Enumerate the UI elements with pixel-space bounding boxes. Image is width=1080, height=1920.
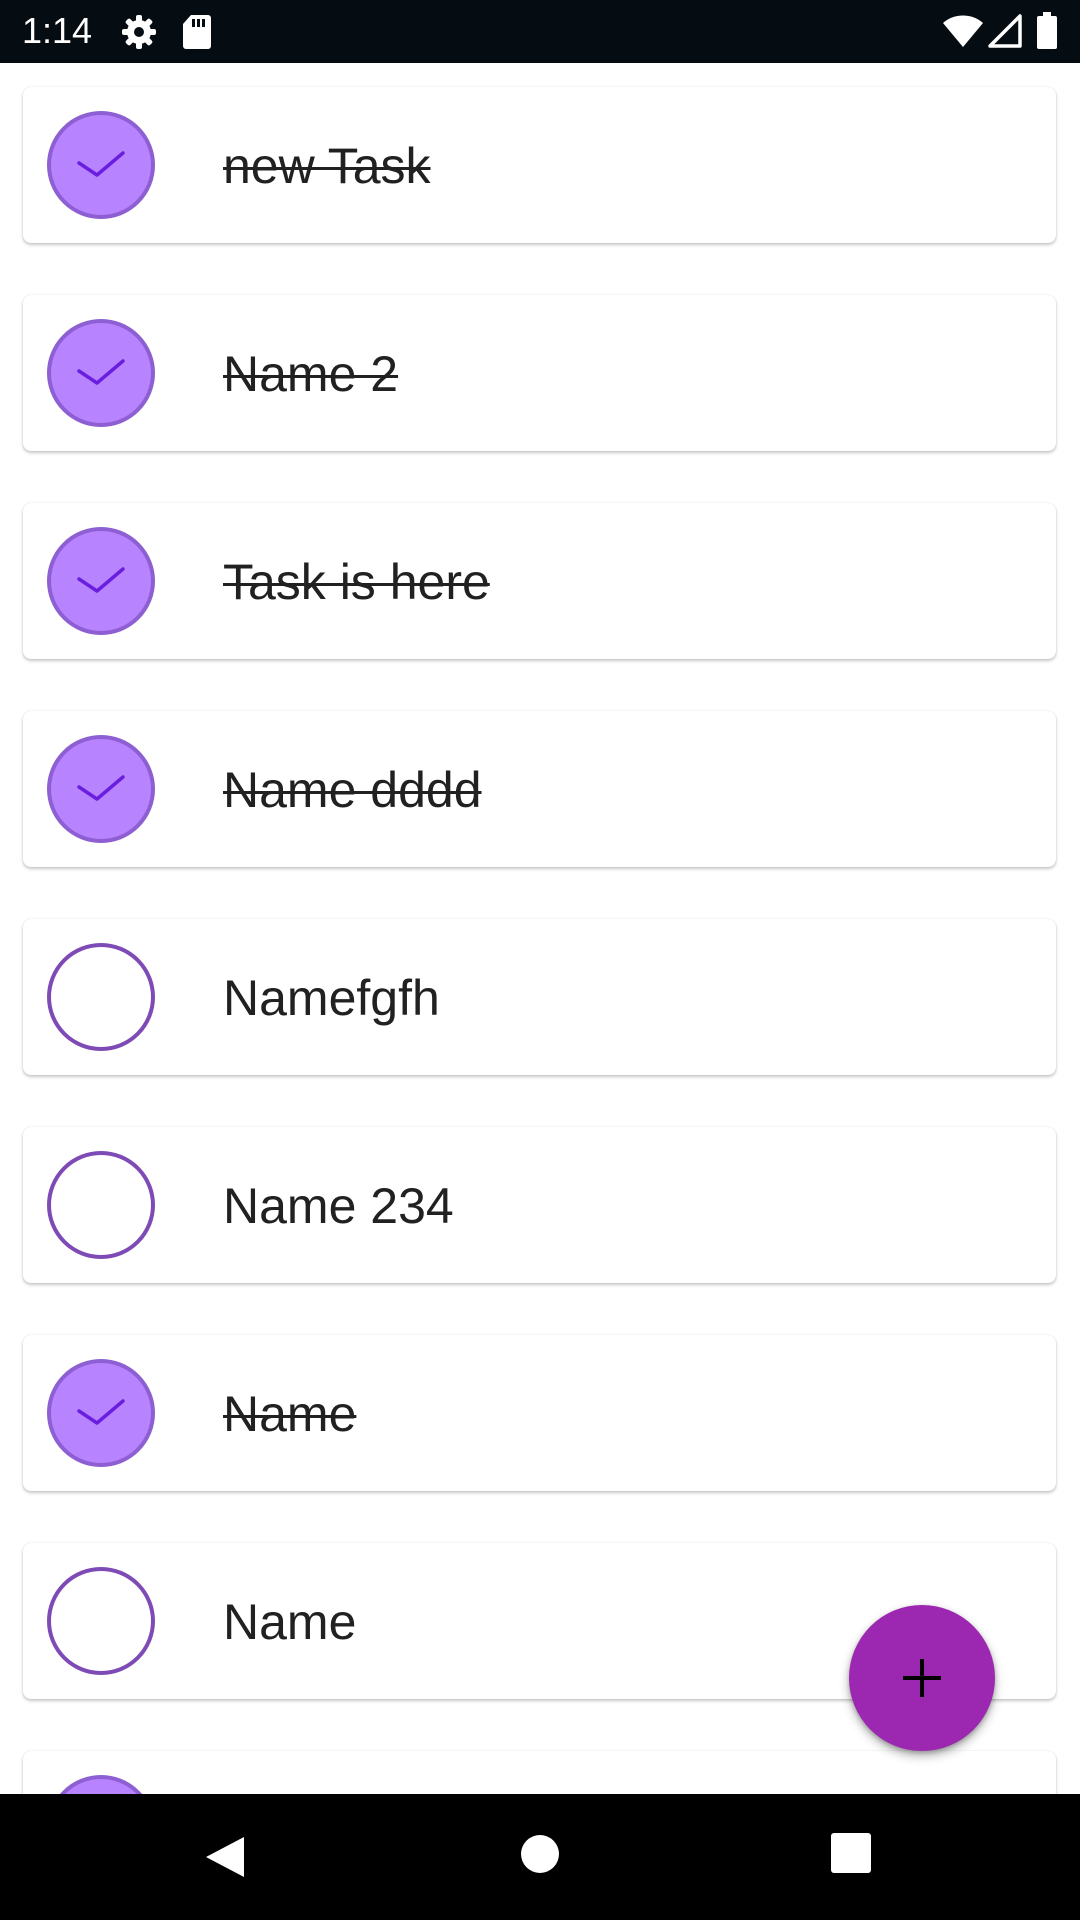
task-label: Name: [223, 1386, 357, 1442]
task-card[interactable]: Task is here: [23, 503, 1056, 659]
checkmark-icon: [77, 151, 125, 177]
recents-icon[interactable]: [830, 1832, 872, 1874]
status-bar: 1:14: [0, 0, 1080, 63]
task-checkbox[interactable]: [47, 111, 155, 219]
task-label: Name: [223, 1594, 357, 1650]
wifi-icon: [943, 15, 983, 47]
cell-signal-icon: [988, 14, 1022, 48]
task-checkbox[interactable]: [47, 943, 155, 1051]
status-time: 1:14: [22, 10, 93, 51]
task-label: Name 234: [223, 1178, 454, 1234]
sd-card-icon: [183, 15, 211, 49]
task-card[interactable]: Name: [23, 1335, 1056, 1491]
plus-icon: [903, 1659, 941, 1697]
task-checkbox[interactable]: [47, 1359, 155, 1467]
task-checkbox[interactable]: [47, 1151, 155, 1259]
task-checkbox[interactable]: [47, 319, 155, 427]
task-checkbox[interactable]: [47, 1775, 155, 1794]
task-card[interactable]: Name 2: [23, 295, 1056, 451]
task-checkbox[interactable]: [47, 1567, 155, 1675]
checkmark-icon: [77, 359, 125, 385]
task-checkbox[interactable]: [47, 735, 155, 843]
task-card[interactable]: Name 234: [23, 1127, 1056, 1283]
checkmark-icon: [77, 775, 125, 801]
checkmark-icon: [77, 567, 125, 593]
checkmark-icon: [51, 1779, 151, 1794]
task-label: new Task: [223, 138, 431, 194]
task-card[interactable]: [23, 1751, 1056, 1794]
task-label: Name dddd: [223, 762, 482, 818]
battery-icon: [1037, 12, 1057, 49]
settings-icon: [122, 15, 156, 49]
task-label: Name 2: [223, 346, 399, 402]
add-task-button[interactable]: [849, 1605, 995, 1751]
task-card[interactable]: Namefgfh: [23, 919, 1056, 1075]
task-label: Namefgfh: [223, 970, 440, 1026]
checkmark-icon: [77, 1399, 125, 1425]
back-icon[interactable]: [202, 1834, 248, 1880]
task-card[interactable]: Name dddd: [23, 711, 1056, 867]
task-label: Task is here: [223, 554, 490, 610]
navigation-bar: [0, 1794, 1080, 1920]
task-list[interactable]: new Task Name 2 Task is here Name dddd Namef…: [0, 63, 1080, 1794]
home-icon[interactable]: [518, 1832, 562, 1876]
task-checkbox[interactable]: [47, 527, 155, 635]
task-card[interactable]: new Task: [23, 87, 1056, 243]
